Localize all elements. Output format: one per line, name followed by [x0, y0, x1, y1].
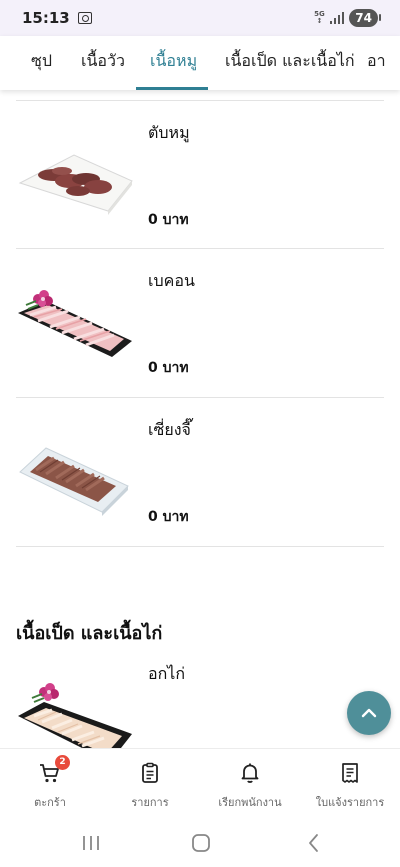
nav-label: ตะกร้า	[34, 796, 66, 809]
nav-cart[interactable]: 2 ตะกร้า	[0, 749, 100, 819]
menu-item[interactable]: เซี่ยงจี๊ 0 บาท	[16, 398, 384, 546]
tab-next[interactable]: อา	[367, 36, 386, 90]
nav-label: ใบแจ้งรายการ	[315, 796, 385, 809]
recent-apps-icon[interactable]	[79, 832, 103, 854]
bacon-image	[18, 290, 132, 357]
chevron-up-icon	[361, 708, 377, 718]
network-type: 5G ↕	[314, 10, 325, 25]
item-price: 0 บาท	[148, 509, 189, 525]
scroll-to-top-button[interactable]	[347, 691, 391, 735]
nav-label: เรียกพนักงาน	[218, 796, 282, 809]
app-screen: 15:13 5G ↕ 74 ซุป เนื้อวัว เนื้อหมู เนื้อ…	[0, 0, 400, 867]
home-icon[interactable]	[189, 832, 213, 854]
active-tab-indicator	[136, 87, 208, 90]
menu-item[interactable]: อกไก่	[16, 642, 384, 748]
item-name: เบคอน	[148, 271, 195, 290]
chicken-breast-image	[18, 683, 132, 748]
item-name: เซี่ยงจี๊	[148, 420, 191, 439]
nav-orders[interactable]: รายการ	[100, 749, 200, 819]
back-icon[interactable]	[302, 832, 326, 854]
item-price: 0 บาท	[148, 360, 189, 376]
category-tabs: ซุป เนื้อวัว เนื้อหมู เนื้อเป็ด และเนื้อ…	[0, 36, 400, 90]
battery-indicator: 74	[349, 9, 381, 27]
nav-label: รายการ	[131, 796, 169, 809]
menu-list[interactable]: ตับหมู 0 บาท เบคอน 0 บาท เซี่ยงจี๊ 0 บาท…	[0, 90, 400, 748]
tab-duck-chicken[interactable]: เนื้อเป็ด และเนื้อไก่	[225, 36, 355, 90]
menu-item[interactable]: เบคอน 0 บาท	[16, 249, 384, 397]
nav-call-staff[interactable]: เรียกพนักงาน	[200, 749, 300, 819]
cart-count-badge: 2	[55, 755, 70, 770]
bell-icon	[241, 763, 259, 783]
tab-beef[interactable]: เนื้อวัว	[81, 36, 125, 90]
divider	[16, 546, 384, 547]
status-bar: 15:13 5G ↕ 74	[0, 0, 400, 36]
screen-cast-icon	[77, 12, 92, 24]
status-indicators: 5G ↕ 74	[314, 9, 381, 27]
signal-icon	[329, 12, 345, 24]
item-price: 0 บาท	[148, 212, 189, 228]
clipboard-icon	[142, 762, 158, 783]
bottom-navigation: 2 ตะกร้า รายการ เรียกพนักงาน ใบแจ้งรายกา…	[0, 748, 400, 818]
receipt-icon	[342, 763, 358, 783]
item-name: ตับหมู	[148, 123, 190, 142]
tab-pork[interactable]: เนื้อหมู	[150, 36, 197, 90]
pork-liver-image	[18, 154, 133, 215]
status-time: 15:13	[22, 9, 70, 27]
item-name: อกไก่	[148, 664, 186, 683]
menu-item[interactable]: ตับหมู 0 บาท	[16, 101, 384, 249]
system-navigation-bar	[0, 818, 400, 867]
sliced-meat-image	[19, 447, 129, 516]
tab-soup[interactable]: ซุป	[31, 36, 52, 90]
nav-bill[interactable]: ใบแจ้งรายการ	[300, 749, 400, 819]
